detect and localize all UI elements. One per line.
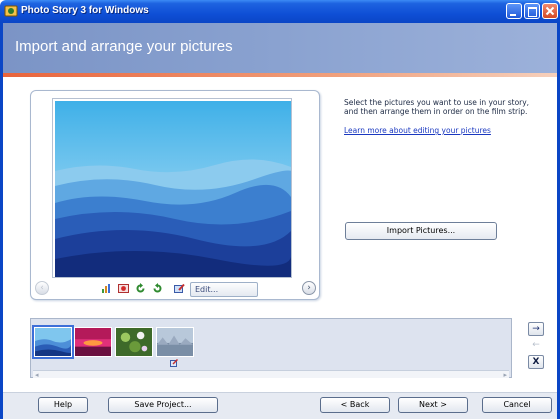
close-icon (545, 6, 555, 16)
picture-preview-frame (52, 98, 292, 278)
window-title: Photo Story 3 for Windows (21, 5, 149, 16)
help-button[interactable]: Help (38, 397, 88, 413)
rotate-left-icon[interactable] (135, 283, 146, 294)
red-eye-icon[interactable] (118, 283, 129, 294)
cancel-button[interactable]: Cancel (482, 397, 552, 413)
thumbnail-misty-forest[interactable] (156, 327, 194, 357)
edit-button[interactable]: Edit... (190, 282, 258, 297)
thumbnail-blue-mountains[interactable] (32, 325, 74, 359)
app-icon (4, 5, 18, 17)
filmstrip-scrollbar[interactable]: ◂ ▸ (33, 370, 509, 379)
previous-picture-button[interactable]: ‹ (35, 281, 49, 295)
header-accent-line (3, 73, 557, 77)
title-bar: Photo Story 3 for Windows (0, 0, 560, 23)
save-project-button[interactable]: Save Project... (108, 397, 218, 413)
scroll-left-icon[interactable]: ◂ (35, 371, 39, 379)
film-strip: ◂ ▸ (30, 318, 512, 379)
header-banner: Import and arrange your pictures (3, 23, 557, 73)
learn-more-link[interactable]: Learn more about editing your pictures (344, 126, 491, 135)
preview-image (55, 101, 291, 277)
next-button[interactable]: Next > (398, 397, 468, 413)
thumbnail-red-sunset[interactable] (74, 327, 112, 357)
maximize-button[interactable] (524, 3, 540, 19)
scroll-right-icon[interactable]: ▸ (503, 371, 507, 379)
next-picture-button[interactable]: › (302, 281, 316, 295)
edited-marker-icon (170, 359, 178, 367)
minimize-button[interactable] (506, 3, 522, 19)
close-button[interactable] (542, 3, 558, 19)
edit-icon[interactable] (174, 283, 185, 294)
page-title: Import and arrange your pictures (15, 38, 233, 55)
rotate-right-icon[interactable] (152, 283, 163, 294)
move-right-button[interactable]: → (528, 322, 544, 336)
thumbnail-green-flowers[interactable] (115, 327, 153, 357)
import-pictures-button[interactable]: Import Pictures... (345, 222, 497, 240)
auto-fix-icon[interactable] (101, 283, 112, 294)
back-button[interactable]: < Back (320, 397, 390, 413)
move-left-button[interactable]: ← (528, 338, 544, 352)
instructions-text: Select the pictures you want to use in y… (344, 98, 530, 116)
remove-picture-button[interactable]: X (528, 355, 544, 369)
window-border-left (0, 23, 3, 419)
